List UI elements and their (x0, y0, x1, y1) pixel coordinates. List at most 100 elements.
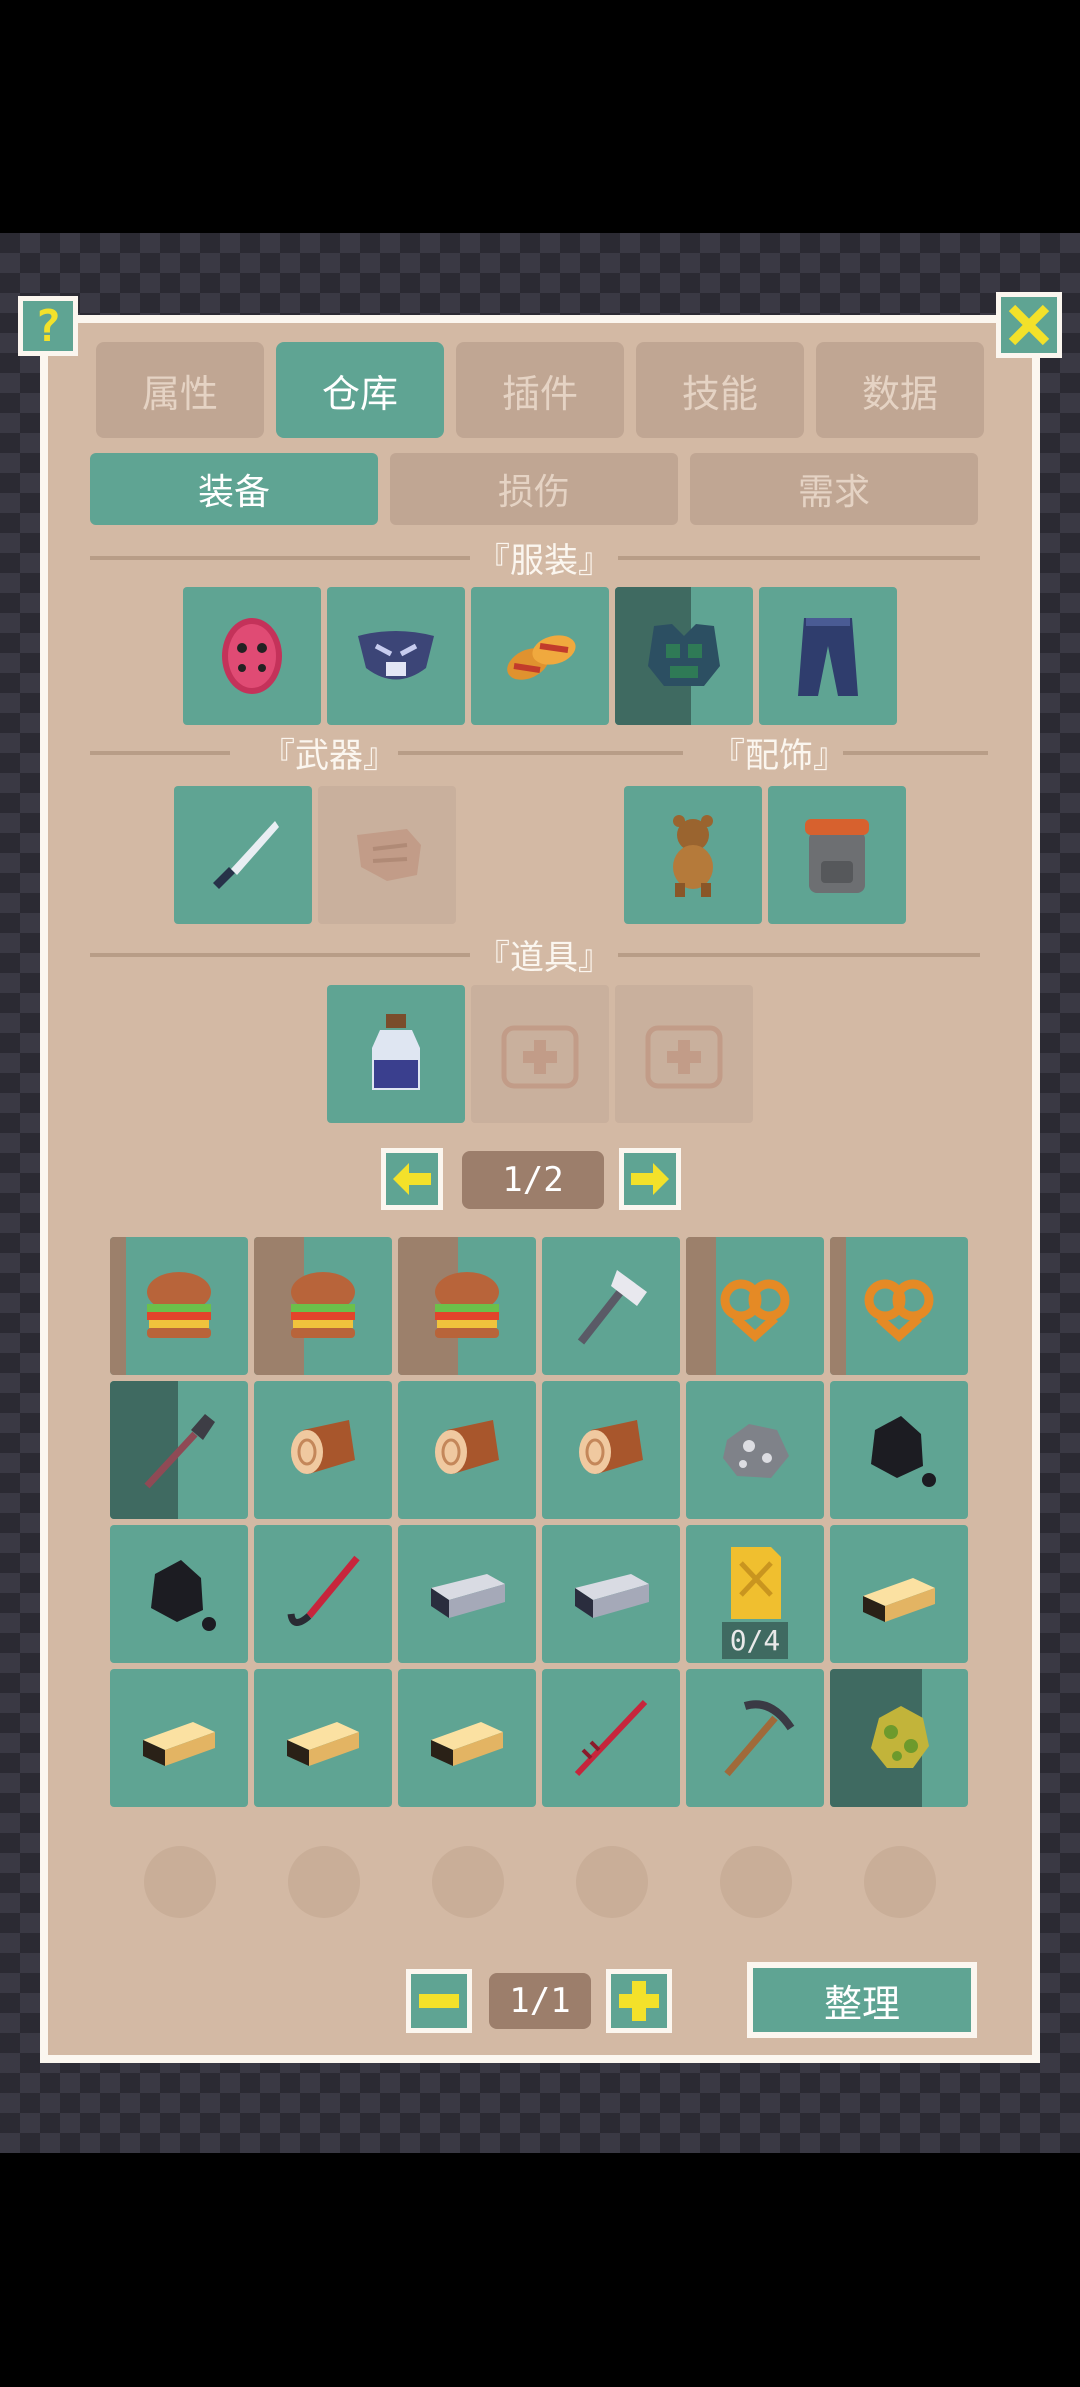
inventory-slot[interactable] (830, 1525, 968, 1663)
inventory-slot[interactable] (398, 1381, 536, 1519)
inventory-slot[interactable] (254, 1381, 392, 1519)
subtab-injury[interactable]: 损伤 (390, 453, 678, 525)
clothing-slot-pants[interactable] (759, 587, 897, 725)
tab-plugins[interactable]: 插件 (456, 342, 624, 438)
subtab-needs[interactable]: 需求 (690, 453, 978, 525)
page-plus-button[interactable] (606, 1969, 672, 2033)
inventory-slot[interactable] (686, 1669, 824, 1807)
close-button[interactable] (996, 292, 1062, 358)
arrow-left-icon (393, 1163, 431, 1195)
equip-prev-button[interactable] (381, 1148, 443, 1210)
empty-slot-circle (720, 1846, 792, 1918)
inventory-slot[interactable] (542, 1525, 680, 1663)
shovel-icon (144, 1414, 215, 1489)
accessory-slot-teddy[interactable] (624, 786, 762, 924)
inventory-slot[interactable] (110, 1237, 248, 1375)
tool-slot-empty[interactable] (615, 985, 753, 1123)
weapon-slot-knife[interactable] (174, 786, 312, 924)
inventory-slot[interactable] (830, 1669, 968, 1807)
inventory-slot[interactable] (254, 1669, 392, 1807)
tool-slot-empty[interactable] (471, 985, 609, 1123)
empty-slot-circle (144, 1846, 216, 1918)
inventory-slot[interactable] (398, 1669, 536, 1807)
herb-icon (871, 1706, 929, 1768)
item-count: 0/4 (686, 1622, 824, 1659)
red-spear-icon (574, 1699, 648, 1777)
gold-bar-icon (863, 1578, 935, 1622)
subtab-label: 需求 (797, 472, 870, 513)
log-icon (579, 1420, 643, 1474)
ore-icon (723, 1424, 789, 1478)
inventory-slot[interactable] (542, 1381, 680, 1519)
axe-icon (577, 1270, 647, 1345)
coal-icon (151, 1560, 216, 1631)
subtab-equipment[interactable]: 装备 (90, 453, 378, 525)
tab-skills[interactable]: 技能 (636, 342, 804, 438)
inventory-slot[interactable] (830, 1381, 968, 1519)
sort-button[interactable]: 整理 (747, 1962, 977, 2038)
inventory-slot[interactable] (110, 1525, 248, 1663)
potion-bottle-icon (372, 1014, 420, 1090)
gold-bar-icon (143, 1722, 215, 1766)
coal-icon (871, 1416, 936, 1487)
inventory-slot[interactable] (254, 1525, 392, 1663)
log-icon (291, 1420, 355, 1474)
burger-icon (147, 1272, 211, 1338)
inventory-slot[interactable] (254, 1237, 392, 1375)
empty-slot-circle (576, 1846, 648, 1918)
backpack-icon (805, 819, 869, 893)
tab-label: 插件 (501, 371, 578, 416)
equip-next-button[interactable] (619, 1148, 681, 1210)
page-minus-button[interactable] (406, 1969, 472, 2033)
clothing-slot-mask[interactable] (183, 587, 321, 725)
inventory-slot[interactable] (542, 1669, 680, 1807)
armor-vest-icon (648, 624, 720, 686)
freshness-bar (830, 1237, 846, 1375)
medkit-placeholder-icon (501, 1025, 579, 1089)
divider (398, 751, 683, 755)
inventory-slot[interactable] (110, 1381, 248, 1519)
help-button[interactable]: ? (18, 296, 78, 356)
clothing-slot-sandals[interactable] (471, 587, 609, 725)
empty-slot-circle (432, 1846, 504, 1918)
close-icon (1008, 304, 1050, 346)
freshness-bar (110, 1237, 126, 1375)
tool-slot-potion[interactable] (327, 985, 465, 1123)
inventory-slot[interactable] (398, 1237, 536, 1375)
burger-icon (435, 1272, 499, 1338)
divider (90, 751, 230, 755)
inventory-slot[interactable] (830, 1237, 968, 1375)
inventory-slot[interactable] (686, 1237, 824, 1375)
tab-attributes[interactable]: 属性 (96, 342, 264, 438)
divider (843, 751, 988, 755)
tab-data[interactable]: 数据 (816, 342, 984, 438)
inventory-slot[interactable]: 0/4 (686, 1525, 824, 1663)
inventory-page-indicator: 1/1 (489, 1973, 591, 2029)
tab-label: 仓库 (321, 371, 398, 416)
tab-label: 属性 (141, 371, 218, 416)
clothing-slot-muzzle[interactable] (327, 587, 465, 725)
log-icon (435, 1420, 499, 1474)
inventory-slot[interactable] (542, 1237, 680, 1375)
inventory-slot[interactable] (398, 1525, 536, 1663)
empty-slot-circle (288, 1846, 360, 1918)
iron-bar-icon (575, 1574, 649, 1618)
equip-page-indicator: 1/2 (462, 1151, 604, 1209)
clothing-slot-armor[interactable] (615, 587, 753, 725)
pretzel-icon (864, 1279, 934, 1343)
pants-icon (798, 618, 858, 696)
iron-bar-icon (431, 1574, 505, 1618)
tab-warehouse[interactable]: 仓库 (276, 342, 444, 438)
item-count-text: 0/4 (721, 1622, 789, 1659)
empty-slot-circle (864, 1846, 936, 1918)
weapon-slot-fist[interactable] (318, 786, 456, 924)
crowbar-icon (287, 1555, 360, 1626)
sandals-icon (507, 635, 576, 680)
subtab-label: 装备 (197, 472, 270, 513)
medkit-placeholder-icon (645, 1025, 723, 1089)
inventory-slot[interactable] (686, 1381, 824, 1519)
fist-icon (357, 829, 421, 881)
inventory-slot[interactable] (110, 1669, 248, 1807)
accessory-slot-backpack[interactable] (768, 786, 906, 924)
gold-bar-icon (287, 1722, 359, 1766)
